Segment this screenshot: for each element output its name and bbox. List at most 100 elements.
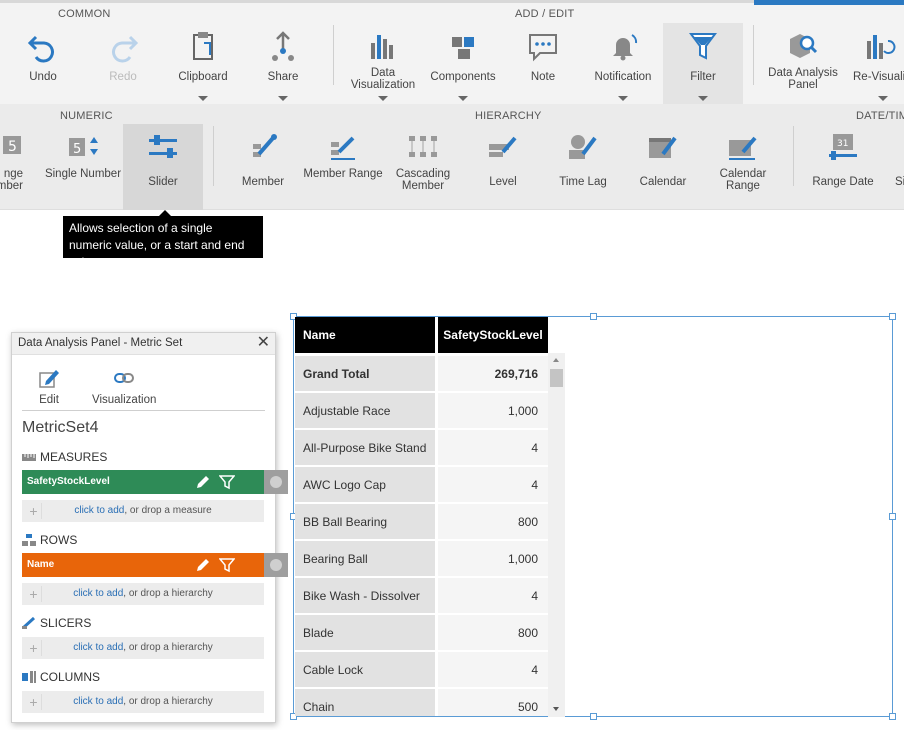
metricset-name: MetricSet4 <box>22 419 99 436</box>
table-row-name[interactable]: Bearing Ball <box>295 541 435 576</box>
column-header-safetystocklevel[interactable]: SafetyStockLevel <box>438 317 548 353</box>
chevron-down-icon <box>278 96 288 101</box>
table-row-name[interactable]: Chain <box>295 689 435 716</box>
share-icon <box>272 31 294 61</box>
scroll-up-icon[interactable] <box>553 358 559 362</box>
ribbon-separator <box>213 126 214 186</box>
measures-dropzone[interactable]: + click to add, or drop a measure <box>22 500 264 522</box>
resize-handle[interactable] <box>889 513 896 520</box>
table-row-value[interactable]: 1,000 <box>438 393 548 428</box>
columns-add-link[interactable]: click to add <box>73 696 123 707</box>
columns-drop-text: , or drop a hierarchy <box>123 696 213 707</box>
table-row-value[interactable]: 800 <box>438 504 548 539</box>
share-button[interactable]: Share <box>243 23 323 105</box>
rows-add-link[interactable]: click to add <box>73 588 123 599</box>
columns-dropzone[interactable]: + click to add, or drop a hierarchy <box>22 691 264 713</box>
calendar-icon <box>649 136 677 158</box>
table-row-name[interactable]: Bike Wash - Dissolver <box>295 578 435 613</box>
table-row-name[interactable]: Blade <box>295 615 435 650</box>
single-number-icon: 5 <box>69 137 98 157</box>
scroll-down-icon[interactable] <box>553 707 559 711</box>
range-number-label: nge mber <box>0 168 23 192</box>
group-label-numeric: NUMERIC <box>60 110 113 122</box>
table-row-name[interactable]: All-Purpose Bike Stand <box>295 430 435 465</box>
single-date-label: Si <box>895 176 904 188</box>
table-row-name[interactable]: Cable Lock <box>295 652 435 687</box>
measure-pill-label: SafetyStockLevel <box>27 476 110 487</box>
pencil-icon[interactable] <box>195 557 211 573</box>
range-number-button[interactable]: 5 nge mber <box>0 124 25 210</box>
visualization-tool-button[interactable]: Visualization <box>92 367 156 406</box>
clipboard-icon <box>193 32 213 60</box>
table-row-value[interactable]: 4 <box>438 430 548 465</box>
resize-handle[interactable] <box>889 713 896 720</box>
plus-icon: + <box>26 640 42 656</box>
ribbon-separator <box>753 25 754 85</box>
table-row-value[interactable]: 1,000 <box>438 541 548 576</box>
table-row-name[interactable]: AWC Logo Cap <box>295 467 435 502</box>
single-number-button[interactable]: 5 Single Number <box>43 124 123 210</box>
single-date-button[interactable]: Si <box>883 124 904 210</box>
note-button[interactable]: Note <box>503 23 583 105</box>
time-lag-button[interactable]: Time Lag <box>543 124 623 210</box>
table-row-value[interactable]: 500 <box>438 689 548 716</box>
table-row-name[interactable]: Grand Total <box>295 356 435 391</box>
edit-tool-button[interactable]: Edit <box>38 367 60 406</box>
remove-row-icon[interactable] <box>264 553 288 577</box>
row-pill-label: Name <box>27 559 55 570</box>
close-icon[interactable]: ✕ <box>257 335 270 351</box>
table-row-value[interactable]: 269,716 <box>438 356 548 391</box>
cascading-member-label: Cascading Member <box>395 168 451 192</box>
slider-button[interactable]: Slider <box>123 124 203 210</box>
cascading-member-button[interactable]: Cascading Member <box>383 124 463 210</box>
redo-button[interactable]: Redo <box>83 23 163 105</box>
table-row-value[interactable]: 800 <box>438 615 548 650</box>
remove-measure-icon[interactable] <box>264 470 288 494</box>
data-analysis-panel-button[interactable]: Data Analysis Panel <box>763 23 843 105</box>
range-date-icon: 31 <box>829 134 857 160</box>
time-lag-icon <box>569 135 597 159</box>
member-button[interactable]: Member <box>223 124 303 210</box>
panel-toolbar: Edit Visualization <box>22 367 265 411</box>
link-icon <box>114 373 135 383</box>
table-row-value[interactable]: 4 <box>438 652 548 687</box>
table-row-name[interactable]: BB Ball Bearing <box>295 504 435 539</box>
ruler-icon <box>22 454 36 461</box>
resize-handle[interactable] <box>590 313 597 320</box>
components-button[interactable]: Components <box>423 23 503 105</box>
table-row-value[interactable]: 4 <box>438 467 548 502</box>
data-visualization-button[interactable]: Data Visualization <box>343 23 423 105</box>
measure-pill[interactable]: SafetyStockLevel <box>22 470 288 494</box>
plus-icon: + <box>26 586 42 602</box>
rows-dropzone[interactable]: + click to add, or drop a hierarchy <box>22 583 264 605</box>
range-date-button[interactable]: 31 Range Date <box>803 124 883 210</box>
filter-icon[interactable] <box>219 557 235 573</box>
calendar-button[interactable]: Calendar <box>623 124 703 210</box>
slicers-add-link[interactable]: click to add <box>73 642 123 653</box>
calendar-range-button[interactable]: Calendar Range <box>703 124 783 210</box>
slicers-title: SLICERS <box>40 616 92 630</box>
member-range-button[interactable]: Member Range <box>303 124 383 210</box>
resize-handle[interactable] <box>590 713 597 720</box>
pencil-icon[interactable] <box>195 474 211 490</box>
table-row-value[interactable]: 4 <box>438 578 548 613</box>
filter-button[interactable]: Filter <box>663 23 743 105</box>
measures-add-link[interactable]: click to add <box>74 505 124 516</box>
scrollbar-thumb[interactable] <box>550 369 563 387</box>
notification-button[interactable]: Notification <box>583 23 663 105</box>
table-row-name[interactable]: Adjustable Race <box>295 393 435 428</box>
slider-tooltip: Allows selection of a single numeric val… <box>63 210 263 269</box>
row-pill[interactable]: Name <box>22 553 288 577</box>
revisualize-button[interactable]: Re-Visualiz <box>843 23 904 105</box>
undo-button[interactable]: Undo <box>3 23 83 105</box>
table-vertical-scrollbar[interactable] <box>548 353 565 717</box>
resize-handle[interactable] <box>889 313 896 320</box>
level-label: Level <box>489 176 517 188</box>
clipboard-button[interactable]: Clipboard <box>163 23 243 105</box>
bell-icon <box>613 34 638 61</box>
filter-icon[interactable] <box>219 474 235 490</box>
slicers-dropzone[interactable]: + click to add, or drop a hierarchy <box>22 637 264 659</box>
cascading-member-icon <box>409 136 437 157</box>
level-button[interactable]: Level <box>463 124 543 210</box>
column-header-name[interactable]: Name <box>295 317 435 353</box>
